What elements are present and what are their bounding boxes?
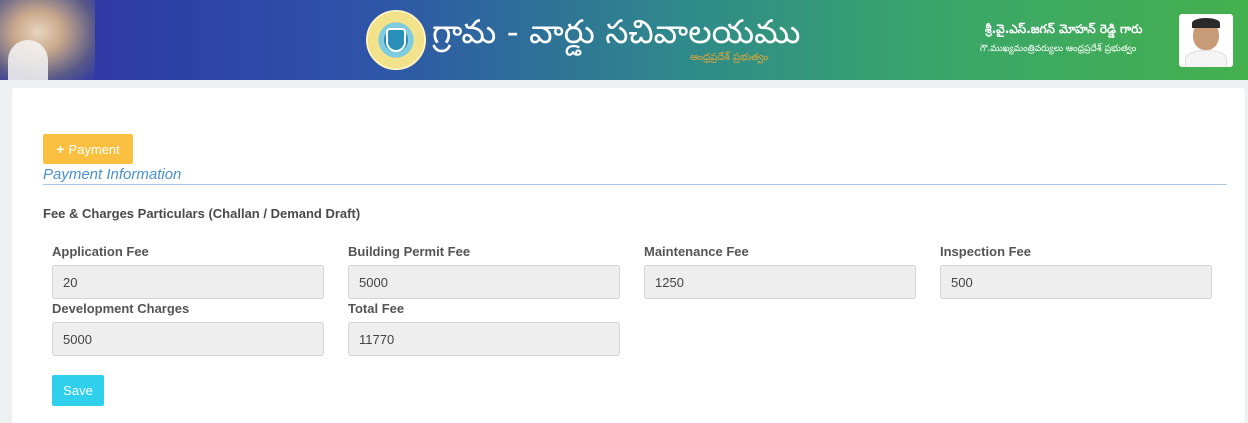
cm-name: శ్రీ.వై.ఎస్.జగన్ మోహన్ రెడ్డి గారు [985,22,1143,36]
plus-icon: + [56,141,65,157]
development-charges-input[interactable] [52,322,324,356]
maintenance-fee-label: Maintenance Fee [644,244,749,259]
maintenance-fee-input[interactable] [644,265,916,299]
building-permit-fee-label: Building Permit Fee [348,244,471,259]
total-fee-label: Total Fee [348,301,405,316]
application-fee-label: Application Fee [52,244,149,259]
add-payment-button[interactable]: + Payment [43,134,133,164]
development-charges-label: Development Charges [52,301,190,316]
save-button[interactable]: Save [52,375,104,406]
app-header: గ్రామ - వార్డు సచివాలయము ఆంధ్రప్రదేశ్ ప్… [0,0,1248,80]
total-fee-input[interactable] [348,322,620,356]
building-permit-fee-input[interactable] [348,265,620,299]
inspection-fee-label: Inspection Fee [940,244,1032,259]
ap-emblem-logo [366,10,426,70]
main-content-panel [12,88,1245,423]
section-divider [43,184,1227,185]
cm-designation: గౌ.ముఖ్యమంత్రివర్యులు ఆంధ్రప్రదేశ్ ప్రభు… [980,44,1137,54]
add-payment-label: Payment [68,141,120,157]
app-subtitle: ఆంధ్రప్రదేశ్ ప్రభుత్వం [690,52,769,63]
application-fee-input[interactable] [52,265,324,299]
cm-photo-right [1179,14,1233,67]
section-title: Payment Information [43,166,182,183]
cm-photo-left [0,0,95,80]
inspection-fee-input[interactable] [940,265,1212,299]
fee-heading: Fee & Charges Particulars (Challan / Dem… [43,206,361,221]
